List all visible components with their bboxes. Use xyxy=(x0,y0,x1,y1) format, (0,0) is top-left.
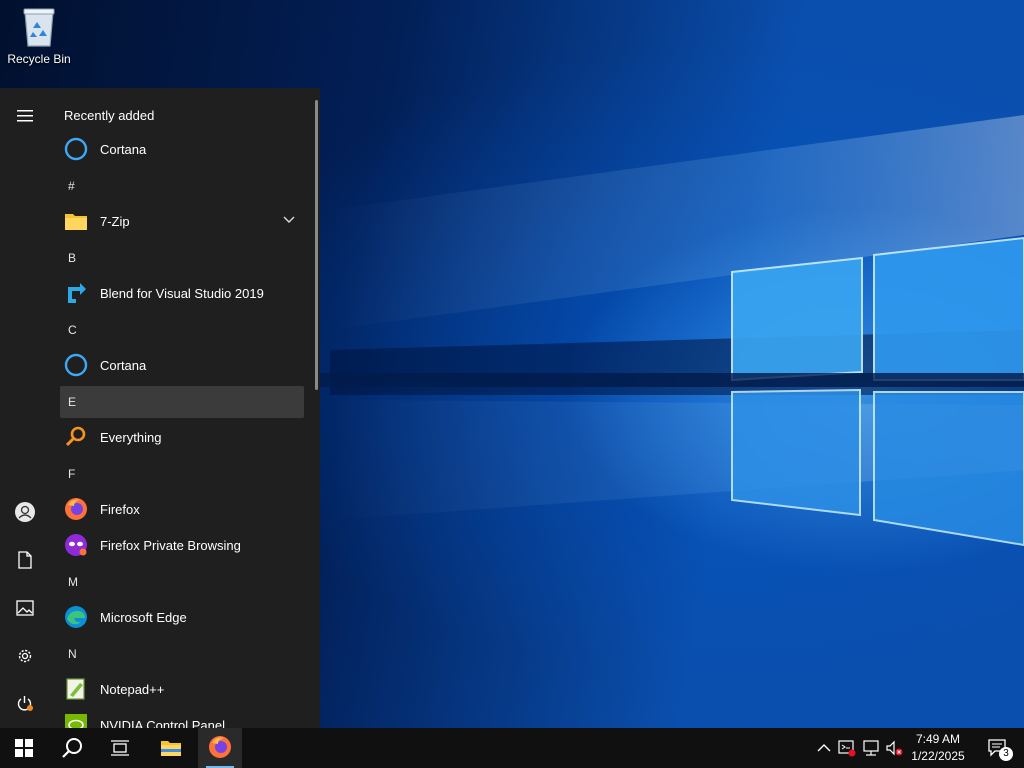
app-label: Firefox Private Browsing xyxy=(100,537,241,553)
desktop-icon-recycle-bin[interactable]: Recycle Bin xyxy=(4,6,74,66)
everything-search-icon xyxy=(64,425,88,449)
clock-date: 1/22/2025 xyxy=(911,749,965,763)
nvidia-icon xyxy=(64,713,88,728)
notification-count-badge: 3 xyxy=(999,747,1013,761)
edge-icon xyxy=(64,605,88,629)
pictures-icon[interactable] xyxy=(0,588,50,628)
app-item-firefox[interactable]: Firefox xyxy=(60,492,304,526)
chevron-down-icon[interactable] xyxy=(282,213,296,227)
group-letter-m[interactable]: M xyxy=(60,566,304,598)
app-list: Recently added Cortana # 7-Zip B Blend f… xyxy=(56,88,308,728)
action-center-button[interactable]: 3 xyxy=(978,728,1018,768)
hamburger-menu-icon[interactable] xyxy=(0,96,50,136)
documents-icon[interactable] xyxy=(0,540,50,580)
network-icon[interactable] xyxy=(862,739,880,757)
start-windows-icon[interactable] xyxy=(0,728,48,768)
app-label: Cortana xyxy=(100,357,147,373)
folder-icon xyxy=(64,209,88,233)
task-view-icon[interactable] xyxy=(96,728,144,768)
app-item-cortana[interactable]: Cortana xyxy=(60,348,304,382)
start-menu: Recently added Cortana # 7-Zip B Blend f… xyxy=(0,88,320,728)
group-letter-f[interactable]: F xyxy=(60,458,304,490)
app-item-nvidia[interactable]: NVIDIA Control Panel xyxy=(60,708,304,728)
cortana-icon xyxy=(64,353,88,377)
file-explorer-icon[interactable] xyxy=(148,728,194,768)
clock-time: 7:49 AM xyxy=(915,732,961,746)
app-item-blend[interactable]: Blend for Visual Studio 2019 xyxy=(60,276,304,310)
firefox-private-icon xyxy=(64,533,88,557)
app-label: Blend for Visual Studio 2019 xyxy=(100,285,264,301)
group-letter-n[interactable]: N xyxy=(60,638,304,670)
notification-icon: 3 xyxy=(987,738,1013,761)
blend-icon xyxy=(64,281,88,305)
system-clock[interactable]: 7:49 AM 1/22/2025 xyxy=(906,731,970,765)
firefox-icon xyxy=(208,735,232,762)
app-label: Everything xyxy=(100,429,162,445)
app-list-scrollbar[interactable] xyxy=(315,100,318,390)
taskbar: 7:49 AM 1/22/2025 3 xyxy=(0,728,1024,768)
app-item-cortana-recent[interactable]: Cortana xyxy=(60,132,304,166)
app-item-notepadpp[interactable]: Notepad++ xyxy=(60,672,304,706)
cortana-icon xyxy=(64,137,88,161)
user-account-icon[interactable] xyxy=(0,492,50,532)
group-letter-c[interactable]: C xyxy=(60,314,304,346)
show-hidden-icons-chevron[interactable] xyxy=(815,739,833,757)
search-icon[interactable] xyxy=(48,728,96,768)
app-label: Microsoft Edge xyxy=(100,609,187,625)
app-item-edge[interactable]: Microsoft Edge xyxy=(60,600,304,634)
section-heading-recently-added: Recently added xyxy=(64,108,155,123)
group-letter-hash[interactable]: # xyxy=(60,170,304,202)
firefox-icon xyxy=(64,497,88,521)
app-item-firefox-private[interactable]: Firefox Private Browsing xyxy=(60,528,304,562)
app-label: NVIDIA Control Panel xyxy=(100,717,226,729)
group-letter-e[interactable]: E xyxy=(60,386,304,418)
firefox-taskbar-button[interactable] xyxy=(198,728,242,768)
recycle-bin-icon xyxy=(21,6,57,48)
start-rail xyxy=(0,88,50,728)
notepadpp-icon xyxy=(64,677,88,701)
desktop-icon-label: Recycle Bin xyxy=(7,52,71,66)
security-alert-icon[interactable] xyxy=(838,739,856,757)
group-letter-b[interactable]: B xyxy=(60,242,304,274)
app-label: Firefox xyxy=(100,501,140,517)
app-label: Notepad++ xyxy=(100,681,165,697)
app-item-everything[interactable]: Everything xyxy=(60,420,304,454)
app-label: Cortana xyxy=(100,141,147,157)
settings-gear-icon[interactable] xyxy=(0,636,50,676)
volume-muted-icon[interactable] xyxy=(885,739,903,757)
power-icon[interactable] xyxy=(0,684,50,724)
app-label: 7-Zip xyxy=(100,213,130,229)
app-item-7zip[interactable]: 7-Zip xyxy=(60,204,304,238)
